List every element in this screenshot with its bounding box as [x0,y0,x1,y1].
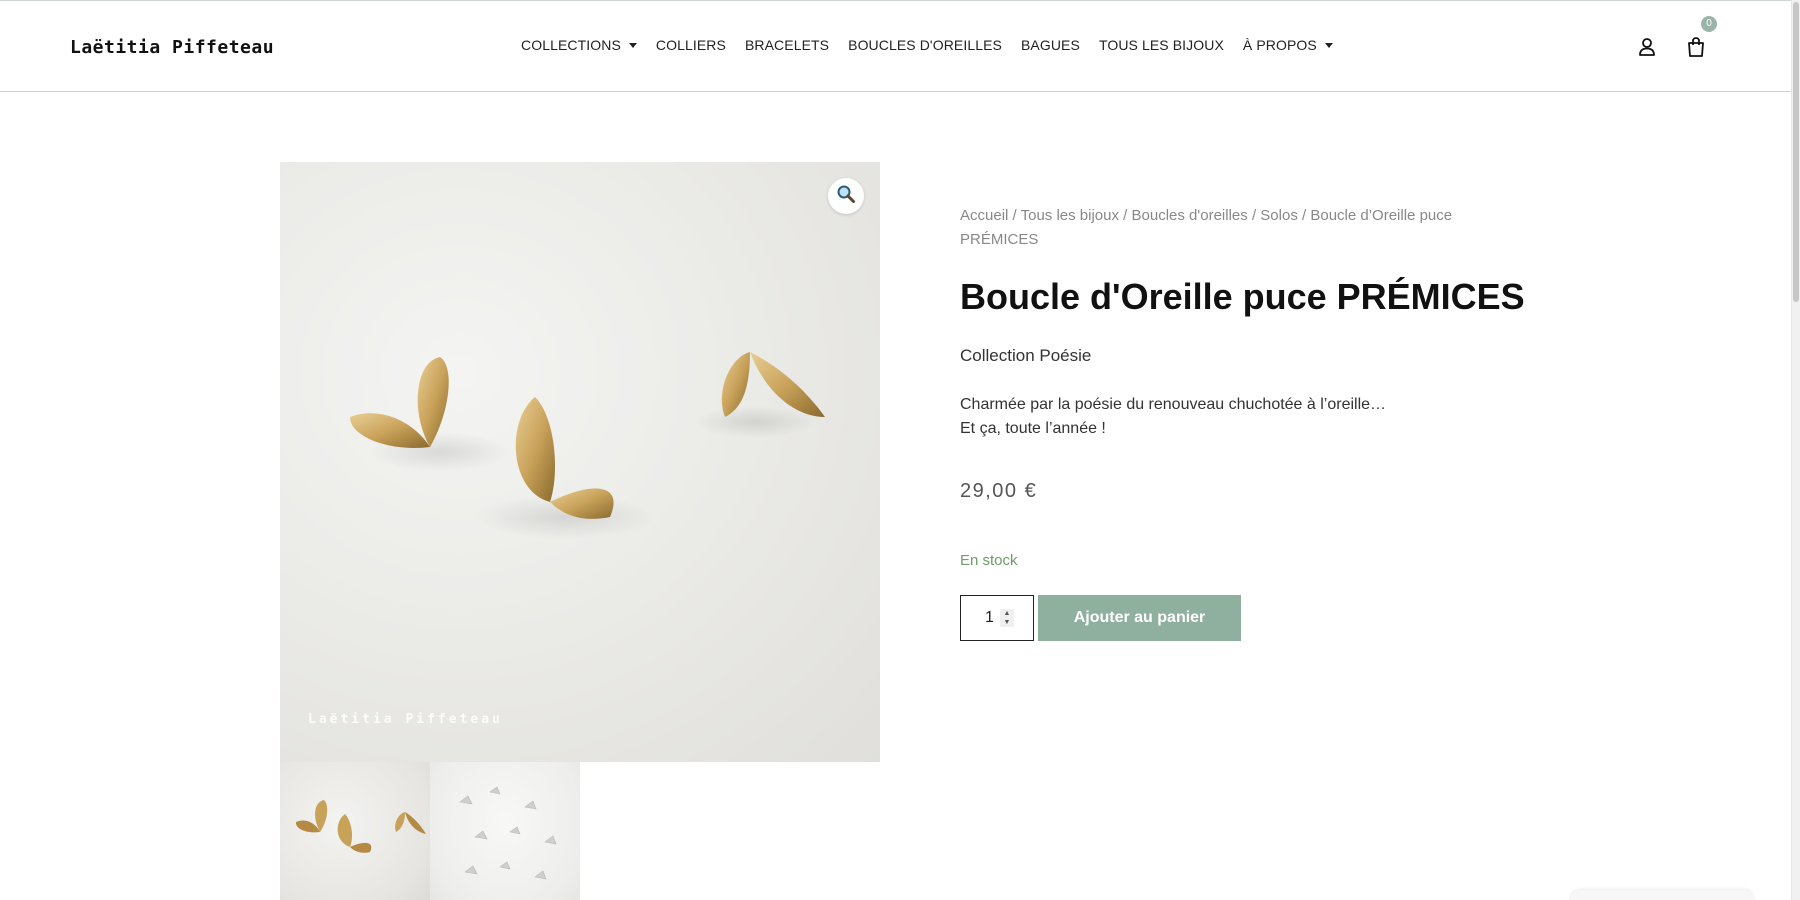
stock-status: En stock [960,552,1018,569]
caret-down-icon [628,42,637,48]
image-watermark: Laëtitia Piffeteau [308,712,503,727]
nav-item-bracelets[interactable]: BRACELETS [745,37,829,53]
description-line: Charmée par la poésie du renouveau chuch… [960,396,1387,413]
product-title: Boucle d'Oreille puce PRÉMICES [960,276,1525,317]
description-line: Et ça, toute l’année ! [960,420,1106,437]
zoom-button[interactable] [828,178,864,214]
nav-item-label: BRACELETS [744,37,830,53]
nav-item-boucles-doreilles[interactable]: BOUCLES D'OREILLES [848,37,1002,53]
breadcrumb-link-boucles-doreilles[interactable]: Boucles d'oreilles [1132,207,1248,224]
breadcrumb-link-solos[interactable]: Solos [1260,207,1298,224]
scrollbar-thumb[interactable] [1793,2,1799,302]
nav-item-label: BAGUES [1020,37,1080,53]
breadcrumb-link-tous-les-bijoux[interactable]: Tous les bijoux [1021,207,1119,224]
breadcrumb-separator: / [1012,207,1021,224]
product-main-image[interactable] [280,162,880,762]
nav-item-a-propos[interactable]: À PROPOS [1243,37,1333,53]
nav-item-label: BOUCLES D'OREILLES [848,37,1002,53]
product-description: Charmée par la poésie du renouveau chuch… [960,393,1386,441]
product-collection: Collection Poésie [960,346,1092,365]
chat-widget-tab[interactable] [1570,890,1754,900]
magnifier-icon [836,184,856,209]
add-to-cart-button[interactable]: Ajouter au panier [1038,595,1241,641]
main-nav: COLLECTIONS COLLIERS BRACELETS BOUCLES D… [521,37,1352,53]
product-thumbnail-1[interactable] [280,762,430,900]
product-price: 29,00 € [960,480,1038,502]
site-logo[interactable]: Laëtitia Piffeteau [70,37,274,58]
nav-item-label: À PROPOS [1242,37,1317,53]
shopping-bag-icon[interactable] [1686,36,1706,58]
nav-item-collections[interactable]: COLLECTIONS [521,37,637,53]
site-header: Laëtitia Piffeteau COLLECTIONS COLLIERS … [0,0,1800,92]
quantity-stepper[interactable]: ▲ ▼ [1000,609,1014,627]
user-icon[interactable] [1638,37,1656,57]
chevron-up-icon[interactable]: ▲ [1004,609,1011,618]
cart-count-badge: 0 [1701,16,1717,32]
caret-down-icon [1324,42,1333,48]
quantity-input[interactable]: 1 [960,595,1034,641]
product-thumbnail-2[interactable] [430,762,580,900]
nav-item-bagues[interactable]: BAGUES [1021,37,1080,53]
chevron-down-icon[interactable]: ▼ [1004,618,1011,627]
breadcrumb-separator: / [1123,207,1132,224]
nav-item-colliers[interactable]: COLLIERS [656,37,726,53]
breadcrumb: Accueil / Tous les bijoux / Boucles d'or… [960,204,1460,252]
nav-item-label: TOUS LES BIJOUX [1098,37,1224,53]
nav-item-tous-les-bijoux[interactable]: TOUS LES BIJOUX [1099,37,1224,53]
page-scrollbar[interactable] [1791,0,1800,900]
breadcrumb-link-accueil[interactable]: Accueil [960,207,1008,224]
nav-item-label: COLLECTIONS [521,37,621,53]
nav-item-label: COLLIERS [655,37,726,53]
